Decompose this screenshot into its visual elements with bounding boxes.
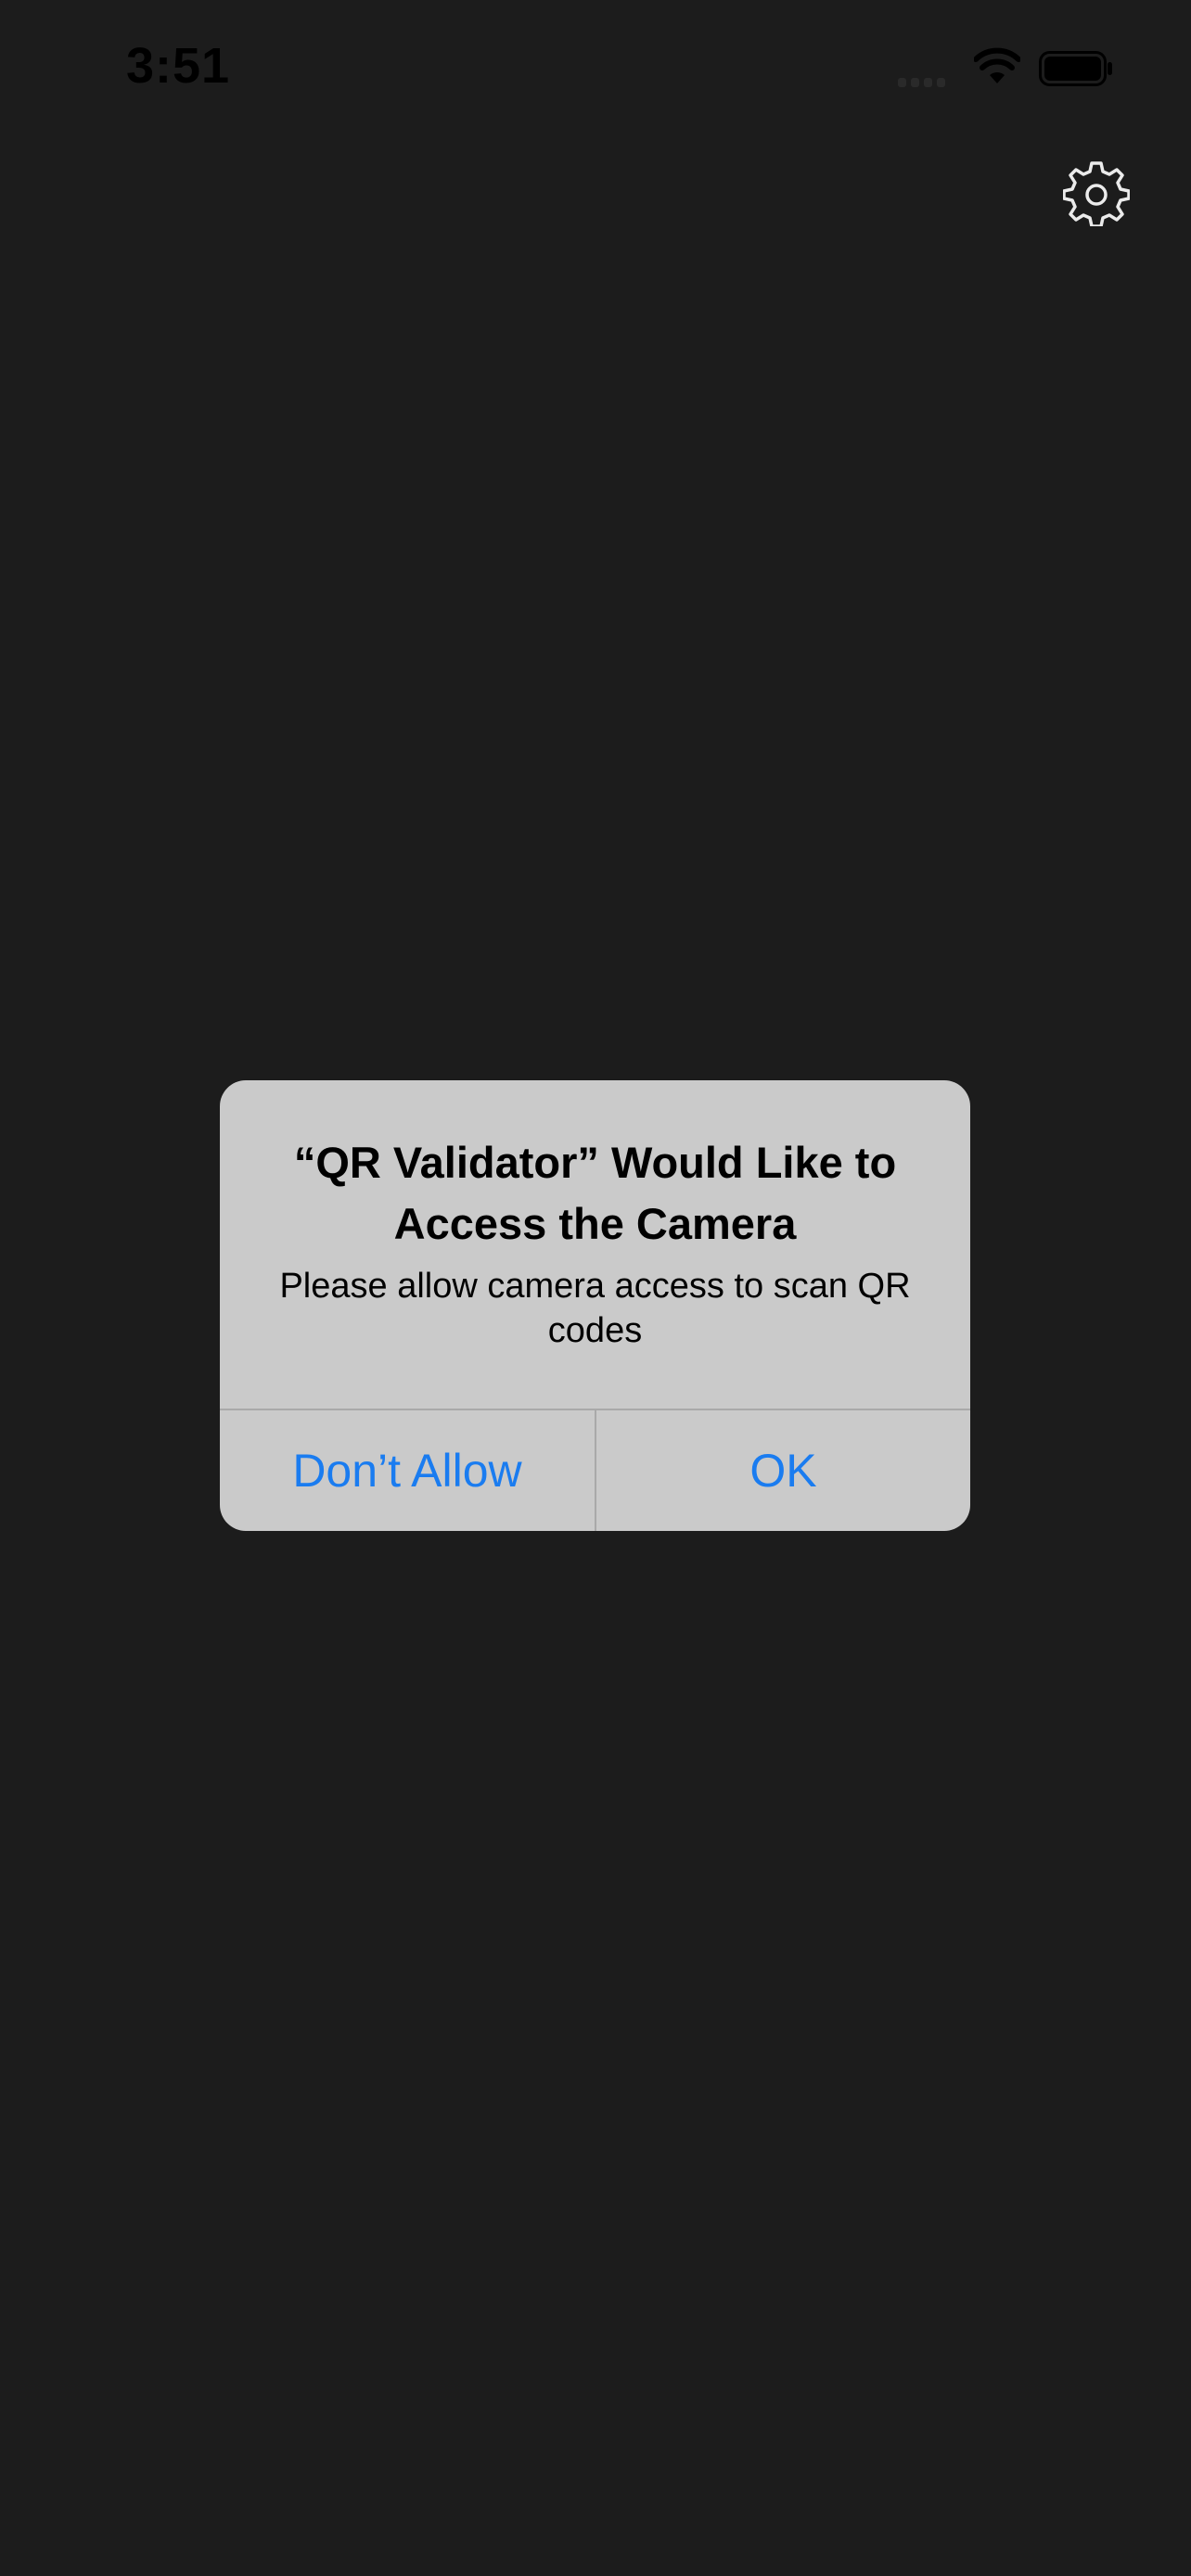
alert-message: Please allow camera access to scan QR co…: [279, 1267, 911, 1350]
gear-icon[interactable]: [1063, 159, 1130, 226]
ok-button[interactable]: OK: [596, 1410, 970, 1531]
cellular-signal-icon: [898, 74, 954, 87]
dont-allow-button[interactable]: Don’t Allow: [220, 1410, 595, 1531]
battery-icon: [1039, 51, 1112, 86]
camera-permission-alert: “QR Validator” Would Like to Access the …: [220, 1080, 970, 1531]
wifi-icon: [974, 47, 1020, 83]
status-time: 3:51: [126, 38, 231, 94]
camera-screen: 3:51 “QR Validator” Would Like to Access…: [0, 0, 1191, 2576]
alert-title: “QR Validator” Would Like to Access the …: [293, 1138, 897, 1248]
alert-body: “QR Validator” Would Like to Access the …: [220, 1080, 970, 1409]
status-bar: 3:51: [0, 0, 1191, 139]
